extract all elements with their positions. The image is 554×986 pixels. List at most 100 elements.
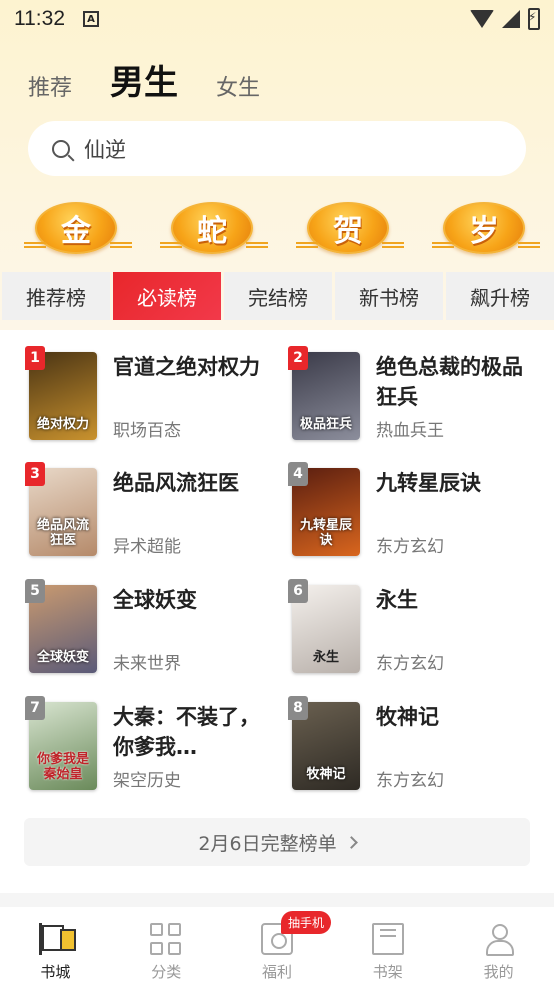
bottom-nav: 书城 分类 福利 抽手机 书架 我的 [0, 907, 554, 986]
festival-char: 蛇 [197, 214, 227, 249]
nav-label: 福利 [261, 963, 292, 981]
nav-profile[interactable]: 我的 [443, 907, 554, 986]
full-ranking-label: 2月6日完整榜单 [198, 832, 337, 855]
tab-completed-rank[interactable]: 完结榜 [224, 272, 332, 320]
cloud-icon [160, 242, 182, 248]
coin-icon: 蛇 [171, 202, 253, 254]
search-icon [52, 139, 70, 158]
book-item[interactable]: 你爹我是秦始皇 7 大秦：不装了，你爹我… 架空历史 [25, 696, 289, 802]
book-title[interactable]: 绝品风流狂医 [113, 468, 263, 498]
festival-badge[interactable]: 岁 [432, 200, 540, 256]
book-item[interactable]: 绝对权力 1 官道之绝对权力 职场百态 [25, 346, 289, 452]
bookstore-flag-icon [39, 923, 77, 955]
rank-badge: 6 [288, 579, 308, 603]
tab-female[interactable]: 女生 [216, 70, 260, 104]
cloud-icon [246, 242, 268, 248]
festival-badge[interactable]: 贺 [296, 200, 404, 256]
festival-char: 贺 [333, 214, 363, 249]
tab-rising-rank[interactable]: 飙升榜 [446, 272, 554, 320]
coin-icon: 岁 [443, 202, 525, 254]
book-item[interactable]: 绝品风流狂医 3 绝品风流狂医 异术超能 [25, 462, 289, 568]
nav-bookstore[interactable]: 书城 [0, 907, 111, 986]
nav-label: 书架 [372, 963, 403, 981]
search-input[interactable]: 仙逆 [28, 121, 526, 176]
gender-tabs: 推荐 男生 女生 [28, 55, 298, 104]
status-bar: 11:32 A [0, 0, 554, 38]
rank-badge: 4 [288, 462, 308, 486]
cover-title: 绝对权力 [36, 416, 89, 432]
cover-title: 永生 [312, 649, 339, 665]
nav-label: 书城 [40, 963, 71, 981]
nav-label: 我的 [483, 963, 514, 981]
divider [0, 893, 554, 907]
book-item[interactable]: 全球妖变 5 全球妖变 未来世界 [25, 579, 289, 685]
book-category: 职场百态 [113, 421, 181, 441]
cover-title: 极品狂兵 [299, 416, 352, 432]
promo-badge: 抽手机 [280, 911, 331, 934]
chevron-right-icon [344, 835, 358, 849]
book-title[interactable]: 官道之绝对权力 [113, 352, 263, 382]
rank-tabs: 推荐榜 必读榜 完结榜 新书榜 飙升榜 [0, 272, 554, 320]
book-category: 东方玄幻 [376, 537, 444, 557]
nav-welfare[interactable]: 福利 抽手机 [222, 907, 333, 986]
book-item[interactable]: 牧神记 8 牧神记 东方玄幻 [288, 696, 552, 802]
cloud-icon [382, 242, 404, 248]
book-title[interactable]: 全球妖变 [113, 585, 263, 615]
status-time: 11:32 [14, 7, 65, 30]
tab-must-read-rank[interactable]: 必读榜 [113, 272, 221, 320]
cover-title: 全球妖变 [36, 649, 89, 665]
profile-icon [483, 923, 515, 956]
book-item[interactable]: 极品狂兵 2 绝色总裁的极品狂兵 热血兵王 [288, 346, 552, 452]
cover-title: 牧神记 [306, 766, 346, 782]
cover-title: 绝品风流狂医 [36, 518, 89, 548]
book-item[interactable]: 永生 6 永生 东方玄幻 [288, 579, 552, 685]
book-category: 热血兵王 [376, 421, 444, 441]
book-category: 东方玄幻 [376, 771, 444, 791]
cloud-icon [518, 242, 540, 248]
festival-badge[interactable]: 蛇 [160, 200, 268, 256]
battery-icon [528, 8, 540, 30]
rank-badge: 7 [25, 696, 45, 720]
rank-badge: 8 [288, 696, 308, 720]
book-category: 东方玄幻 [376, 654, 444, 674]
cover-title: 九转星辰诀 [299, 518, 352, 548]
book-title[interactable]: 大秦：不装了，你爹我… [113, 702, 263, 762]
nav-label: 分类 [151, 963, 182, 981]
rank-badge: 2 [288, 346, 308, 370]
cover-title: 你爹我是秦始皇 [36, 752, 89, 782]
search-query: 仙逆 [84, 137, 126, 162]
book-title[interactable]: 九转星辰诀 [376, 468, 526, 498]
cloud-icon [432, 242, 454, 248]
festival-char: 金 [61, 214, 91, 249]
nav-bookshelf[interactable]: 书架 [332, 907, 443, 986]
rank-badge: 5 [25, 579, 45, 603]
tab-recommend[interactable]: 推荐 [28, 70, 72, 104]
cloud-icon [296, 242, 318, 248]
nav-category[interactable]: 分类 [111, 907, 222, 986]
rank-badge: 1 [25, 346, 45, 370]
festival-char: 岁 [469, 214, 499, 249]
book-item[interactable]: 九转星辰诀 4 九转星辰诀 东方玄幻 [288, 462, 552, 568]
category-grid-icon [150, 923, 182, 955]
rank-badge: 3 [25, 462, 45, 486]
book-title[interactable]: 绝色总裁的极品狂兵 [376, 352, 526, 412]
coin-icon: 金 [35, 202, 117, 254]
bookshelf-icon [371, 923, 404, 955]
festival-badge[interactable]: 金 [24, 200, 132, 256]
signal-icon [502, 10, 520, 28]
cloud-icon [110, 242, 132, 248]
cloud-icon [24, 242, 46, 248]
book-category: 未来世界 [113, 654, 181, 674]
book-category: 异术超能 [113, 537, 181, 557]
book-category: 架空历史 [113, 771, 181, 791]
coin-icon: 贺 [307, 202, 389, 254]
wifi-icon [470, 10, 494, 28]
book-title[interactable]: 牧神记 [376, 702, 526, 732]
tab-new-book-rank[interactable]: 新书榜 [335, 272, 443, 320]
tab-recommend-rank[interactable]: 推荐榜 [2, 272, 110, 320]
book-title[interactable]: 永生 [376, 585, 526, 615]
full-ranking-button[interactable]: 2月6日完整榜单 [24, 818, 530, 866]
tab-male[interactable]: 男生 [110, 55, 178, 104]
notification-icon: A [83, 11, 99, 27]
festival-banner: 金 蛇 贺 岁 [24, 200, 540, 256]
